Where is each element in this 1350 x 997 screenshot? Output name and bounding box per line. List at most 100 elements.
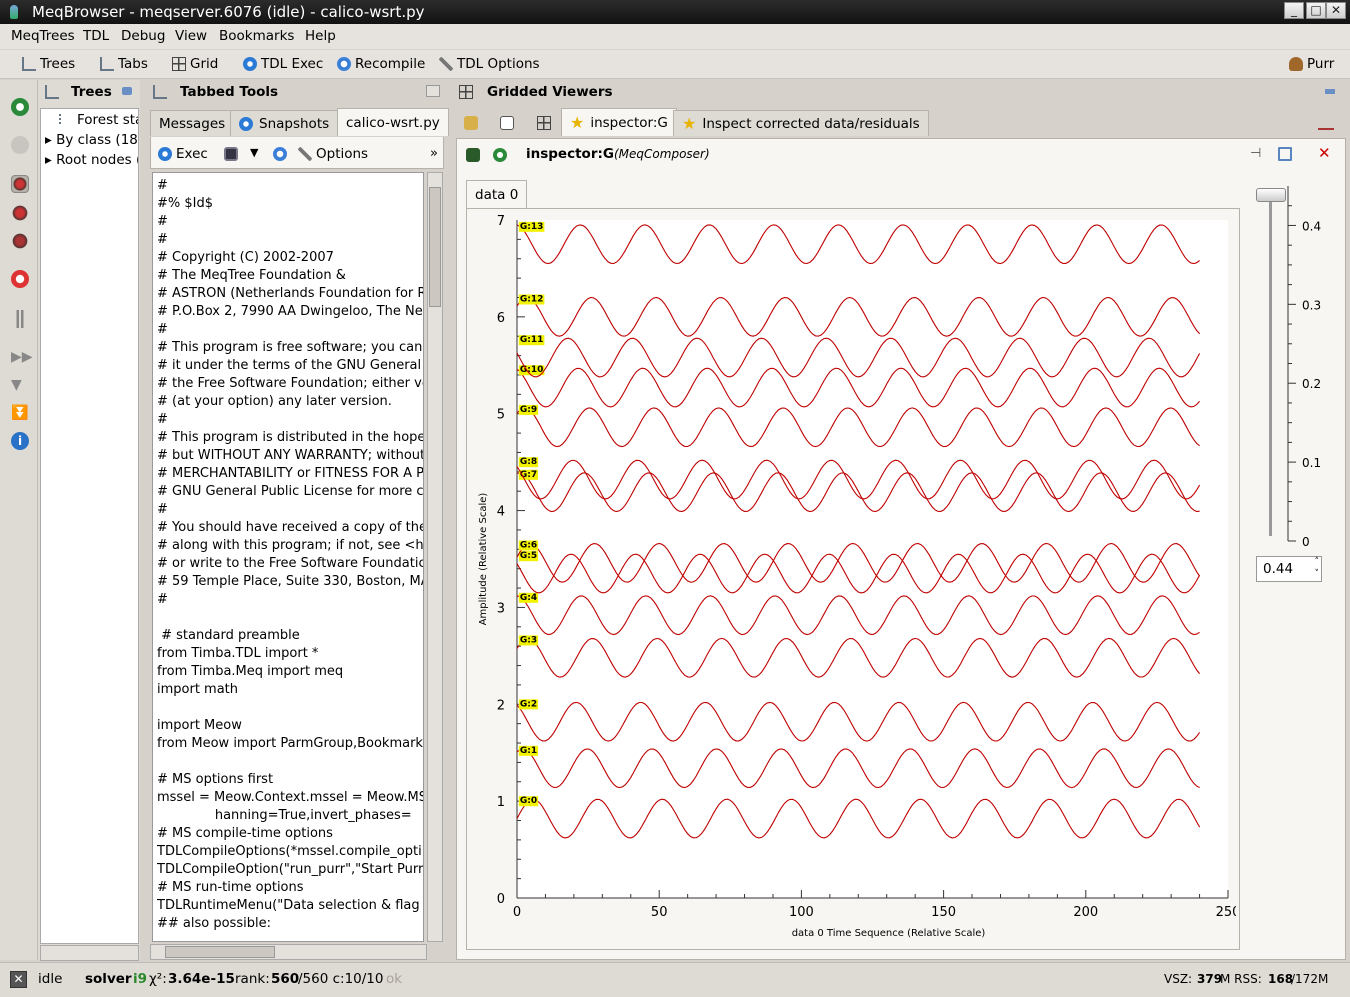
script-hscroll-thumb[interactable] xyxy=(165,946,275,958)
debug-bug-icon[interactable] xyxy=(11,175,29,193)
spin-up-icon[interactable]: ˄ xyxy=(1315,557,1320,567)
code-line: # GNU General Public License for more c xyxy=(157,484,423,499)
series-label: G:13 xyxy=(520,222,544,232)
slider-value-spinbox[interactable]: 0.44 ˄ ˅ xyxy=(1256,556,1322,582)
viewer-name: inspector:G xyxy=(526,146,614,162)
gridded-collapse-button[interactable] xyxy=(1325,89,1335,94)
tdl-exec-button[interactable]: TDL Exec xyxy=(243,56,323,72)
tab-calico-script[interactable]: calico-wsrt.py xyxy=(337,108,449,136)
step-bug-icon[interactable] xyxy=(11,204,29,222)
tabbed-tools-collapse-button[interactable] xyxy=(426,85,440,97)
tree-item-forest[interactable]: Forest sta xyxy=(59,112,138,128)
menu-bookmarks[interactable]: Bookmarks xyxy=(219,28,294,44)
trees-button[interactable]: Trees xyxy=(22,56,75,72)
main-toolbar: Trees Tabs Grid TDL Exec Recompile TDL O… xyxy=(0,50,1350,79)
bookmark-page-icon[interactable] xyxy=(500,116,514,130)
code-line: # xyxy=(157,232,168,247)
step-down-icon[interactable]: ▼ xyxy=(11,376,29,394)
code-line: # P.O.Box 2, 7990 AA Dwingeloo, The Net xyxy=(157,304,423,319)
script-options-button[interactable]: Options xyxy=(298,146,368,162)
purr-button[interactable]: Purr xyxy=(1289,56,1334,72)
chi-label: χ²: xyxy=(149,971,167,987)
recompile-icon xyxy=(337,57,351,71)
slider-tick-label: 0.4 xyxy=(1302,219,1321,233)
code-line: # You should have received a copy of the xyxy=(157,520,423,535)
fast-forward-icon[interactable]: ▶▶ xyxy=(11,348,33,366)
code-line: TDLCompileOptions(*mssel.compile_opti xyxy=(157,844,422,859)
code-line: # MERCHANTABILITY or FITNESS FOR A PA xyxy=(157,466,423,481)
tabs-button[interactable]: Tabs xyxy=(100,56,148,72)
rank-label: rank: xyxy=(235,971,270,987)
pin-icon[interactable]: ⊣ xyxy=(1250,146,1261,161)
menu-tdl[interactable]: TDL xyxy=(83,28,109,44)
tree-item-by-class[interactable]: ▸ By class (18) xyxy=(45,132,138,148)
exec-button[interactable]: Exec xyxy=(158,146,208,162)
maximize-button[interactable]: □ xyxy=(1306,2,1326,19)
folder-icon[interactable] xyxy=(464,116,478,130)
menu-help[interactable]: Help xyxy=(305,28,336,44)
vsz-label: VSZ: xyxy=(1164,972,1193,986)
options-wrench-icon xyxy=(298,147,312,161)
series-label: G:2 xyxy=(520,699,537,709)
slider-handle[interactable] xyxy=(1256,188,1286,202)
code-line: # xyxy=(157,178,168,193)
save-icon[interactable] xyxy=(224,147,238,161)
menu-view[interactable]: View xyxy=(175,28,207,44)
no-debug-icon[interactable] xyxy=(11,270,29,288)
script-hscrollbar[interactable] xyxy=(150,944,427,960)
close-viewer-icon[interactable]: ✕ xyxy=(1318,144,1331,162)
code-line: # but WITHOUT ANY WARRANTY; without xyxy=(157,448,423,463)
stop-icon[interactable] xyxy=(11,136,29,154)
tab-inspector-g[interactable]: ★ inspector:G xyxy=(561,108,677,136)
menu-debug[interactable]: Debug xyxy=(121,28,165,44)
reload-icon[interactable] xyxy=(273,147,287,161)
info-icon[interactable]: i xyxy=(11,432,29,450)
tab-snapshots[interactable]: Snapshots xyxy=(230,110,339,136)
line-chart[interactable]: 0 50 100 150 200 250 0 1 2 3 4 5 6 7 data 0 Time Seque… xyxy=(470,212,1236,946)
float-window-icon[interactable] xyxy=(1278,147,1292,161)
viewer-refresh-icon[interactable] xyxy=(493,148,507,162)
trees-hscrollbar[interactable] xyxy=(40,945,139,961)
trees-collapse-button[interactable] xyxy=(122,87,132,95)
layout-grid-icon[interactable] xyxy=(537,116,551,130)
grid-button[interactable]: Grid xyxy=(172,56,218,72)
solver-iteration: i9 xyxy=(133,971,148,987)
code-line: # This program is distributed in the hop… xyxy=(157,430,423,445)
y-tick-label: 3 xyxy=(497,601,505,616)
status-close-icon[interactable]: ✕ xyxy=(10,971,27,988)
minimize-button[interactable]: _ xyxy=(1284,2,1304,19)
star-icon: ★ xyxy=(682,114,697,133)
step-out-icon[interactable]: ⏬ xyxy=(11,404,29,422)
tab-inspect-corrected[interactable]: ★ Inspect corrected data/residuals xyxy=(673,110,929,136)
forest-icon xyxy=(59,114,71,124)
rank-value: 560 xyxy=(271,971,300,987)
debug-toolbar: ▶▶ ▼ ⏬ i xyxy=(0,80,38,960)
pause-icon[interactable] xyxy=(11,310,29,328)
save-dropdown-arrow[interactable]: ▼ xyxy=(250,146,258,159)
tree-item-root-nodes[interactable]: ▸ Root nodes ( xyxy=(45,152,138,168)
tdl-options-button[interactable]: TDL Options xyxy=(439,56,540,72)
plot-area xyxy=(517,220,1228,898)
x-axis-label: data 0 Time Sequence (Relative Scale) xyxy=(792,928,986,939)
more-tools-button[interactable]: » xyxy=(430,146,438,161)
recompile-button[interactable]: Recompile xyxy=(337,56,425,72)
menu-meqtrees[interactable]: MeqTrees xyxy=(11,28,75,44)
code-line: import math xyxy=(157,682,239,697)
refresh-icon[interactable] xyxy=(11,98,29,116)
spin-down-icon[interactable]: ˅ xyxy=(1315,569,1320,579)
trace-bug-icon[interactable] xyxy=(11,232,29,250)
script-vscroll-thumb[interactable] xyxy=(429,187,441,307)
series-label: G:6 xyxy=(520,541,537,551)
close-tabs-icon[interactable] xyxy=(1318,120,1334,130)
snapshot-gear-icon xyxy=(239,116,253,131)
y-tick-label: 1 xyxy=(497,795,505,810)
close-window-button[interactable]: ✕ xyxy=(1326,2,1346,19)
code-line: # or write to the Free Software Foundati… xyxy=(157,556,423,571)
script-editor[interactable]: # #% $Id$ # # # Copyright (C) 2002-2007 # The… xyxy=(152,172,424,942)
script-vscrollbar[interactable] xyxy=(427,172,443,942)
tab-messages[interactable]: Messages xyxy=(150,110,235,136)
tab-data-0[interactable]: data 0 xyxy=(466,180,528,208)
code-line: # MS run-time options xyxy=(157,880,304,895)
composer-icon[interactable] xyxy=(466,148,480,162)
